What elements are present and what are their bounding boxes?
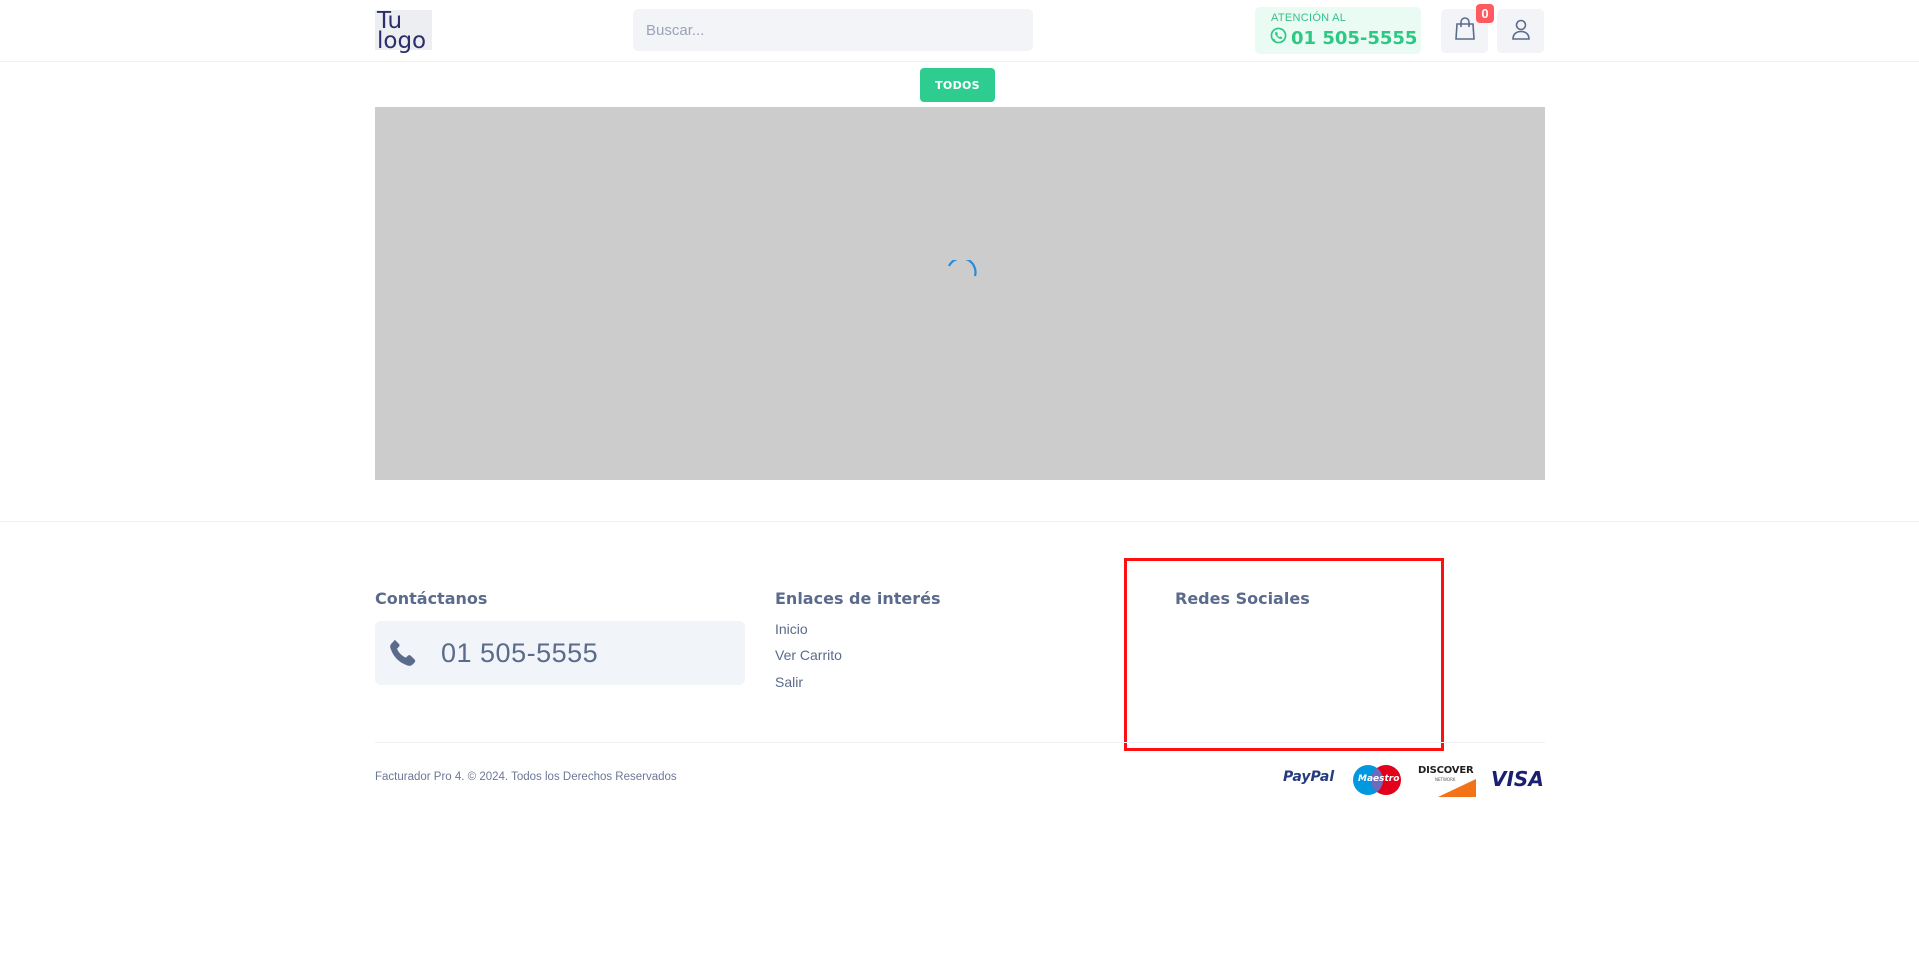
- footer-contact-title: Contáctanos: [375, 589, 488, 608]
- copyright-text: Facturador Pro 4. © 2024. Todos los Dere…: [375, 771, 677, 783]
- maestro-icon: Maestro: [1352, 764, 1402, 796]
- visa-icon: VISA: [1491, 767, 1544, 791]
- social-section-highlight: [1124, 558, 1444, 751]
- category-todos-button[interactable]: TODOS: [920, 68, 995, 102]
- footer-links-title: Enlaces de interés: [775, 589, 941, 608]
- user-button[interactable]: [1497, 9, 1544, 53]
- footer-link-inicio[interactable]: Inicio: [775, 621, 808, 637]
- discover-icon: DISCOVER NETWORK: [1418, 765, 1476, 797]
- discover-sub-label: NETWORK: [1435, 777, 1456, 782]
- footer-bottom-divider: [375, 742, 1545, 743]
- discover-label: DISCOVER: [1418, 765, 1474, 776]
- attention-box[interactable]: ATENCIÓN AL 01 505-5555: [1255, 7, 1421, 54]
- attention-phone-number: 01 505-5555: [1291, 27, 1418, 49]
- maestro-label: Maestro: [1358, 774, 1400, 784]
- logo-text-line-2: logo: [377, 28, 427, 54]
- site-header: Tu logo ATENCIÓN AL 01 505-5555 0: [0, 0, 1919, 62]
- footer-divider: [0, 521, 1919, 522]
- contact-phone-box[interactable]: 01 505-5555: [375, 621, 745, 685]
- contact-phone-number: 01 505-5555: [441, 638, 599, 668]
- whatsapp-icon: [1270, 27, 1287, 49]
- paypal-icon: PayPal: [1283, 769, 1335, 785]
- logo[interactable]: Tu logo: [375, 10, 432, 54]
- attention-label: ATENCIÓN AL: [1271, 12, 1347, 24]
- shopping-bag-icon: [1454, 16, 1476, 46]
- footer-link-ver-carrito[interactable]: Ver Carrito: [775, 647, 842, 663]
- banner-slider: [375, 107, 1545, 480]
- search-input[interactable]: [633, 9, 1033, 51]
- spinner-icon: [948, 260, 977, 277]
- user-icon: [1510, 18, 1532, 45]
- attention-phone: 01 505-5555: [1270, 27, 1417, 49]
- cart-count-badge: 0: [1476, 4, 1494, 23]
- phone-icon: [386, 637, 419, 675]
- footer-link-salir[interactable]: Salir: [775, 674, 803, 690]
